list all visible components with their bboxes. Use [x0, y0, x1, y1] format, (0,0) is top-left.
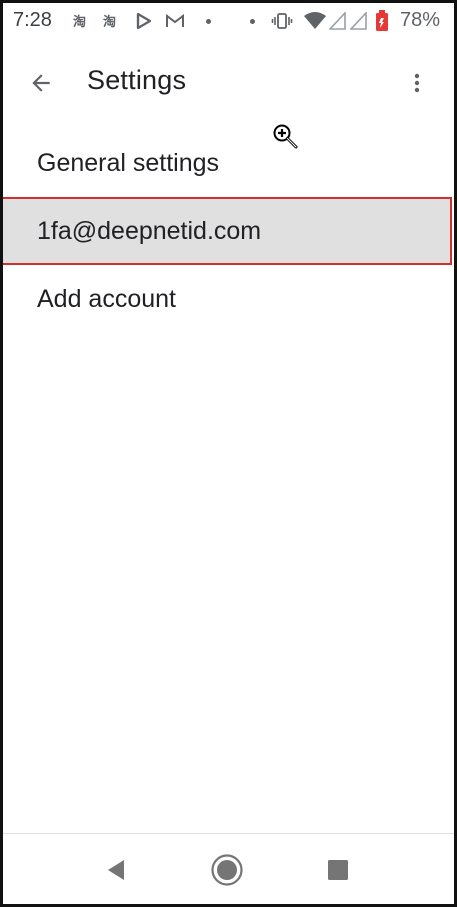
wifi-icon — [304, 12, 326, 29]
svg-text:淘: 淘 — [103, 14, 116, 30]
home-circle-icon — [211, 854, 243, 886]
status-time: 7:28 — [13, 9, 52, 31]
vibrate-icon — [271, 13, 293, 29]
signal-icon — [329, 12, 346, 30]
list-item-label: General settings — [37, 148, 220, 177]
battery-icon — [376, 10, 388, 31]
more-options-button[interactable] — [397, 63, 437, 103]
page-title: Settings — [87, 65, 187, 95]
account-settings-item[interactable]: 1fa@deepnetid.com — [3, 197, 452, 265]
taobao-icon: 淘 — [103, 14, 116, 30]
nav-back-button[interactable] — [97, 850, 137, 890]
list-item-label: 1fa@deepnetid.com — [37, 216, 262, 245]
notification-dot — [206, 19, 211, 24]
taobao-icon: 淘 — [73, 14, 86, 30]
add-account-item[interactable]: Add account — [3, 265, 454, 333]
phone-screen: 7:28 淘 淘 78% Settings General settings 1… — [0, 0, 457, 907]
nav-home-button[interactable] — [207, 850, 247, 890]
notification-dot — [250, 19, 255, 24]
status-bar: 7:28 淘 淘 78% — [3, 3, 454, 43]
back-button[interactable] — [21, 63, 61, 103]
svg-text:淘: 淘 — [73, 14, 86, 30]
back-triangle-icon — [108, 860, 124, 880]
general-settings-item[interactable]: General settings — [3, 129, 454, 197]
battery-percent: 78% — [400, 9, 441, 31]
settings-list: General settings 1fa@deepnetid.com Add a… — [3, 129, 454, 333]
arrow-back-icon — [32, 74, 50, 92]
recents-square-icon — [328, 860, 348, 880]
signal-icon — [350, 12, 367, 30]
more-vert-icon — [414, 73, 420, 93]
app-toolbar: Settings — [3, 43, 454, 123]
list-item-label: Add account — [37, 284, 176, 313]
gmail-icon — [166, 14, 184, 27]
nav-recents-button[interactable] — [318, 850, 358, 890]
play-store-icon — [136, 12, 152, 30]
system-nav-bar — [3, 834, 454, 904]
